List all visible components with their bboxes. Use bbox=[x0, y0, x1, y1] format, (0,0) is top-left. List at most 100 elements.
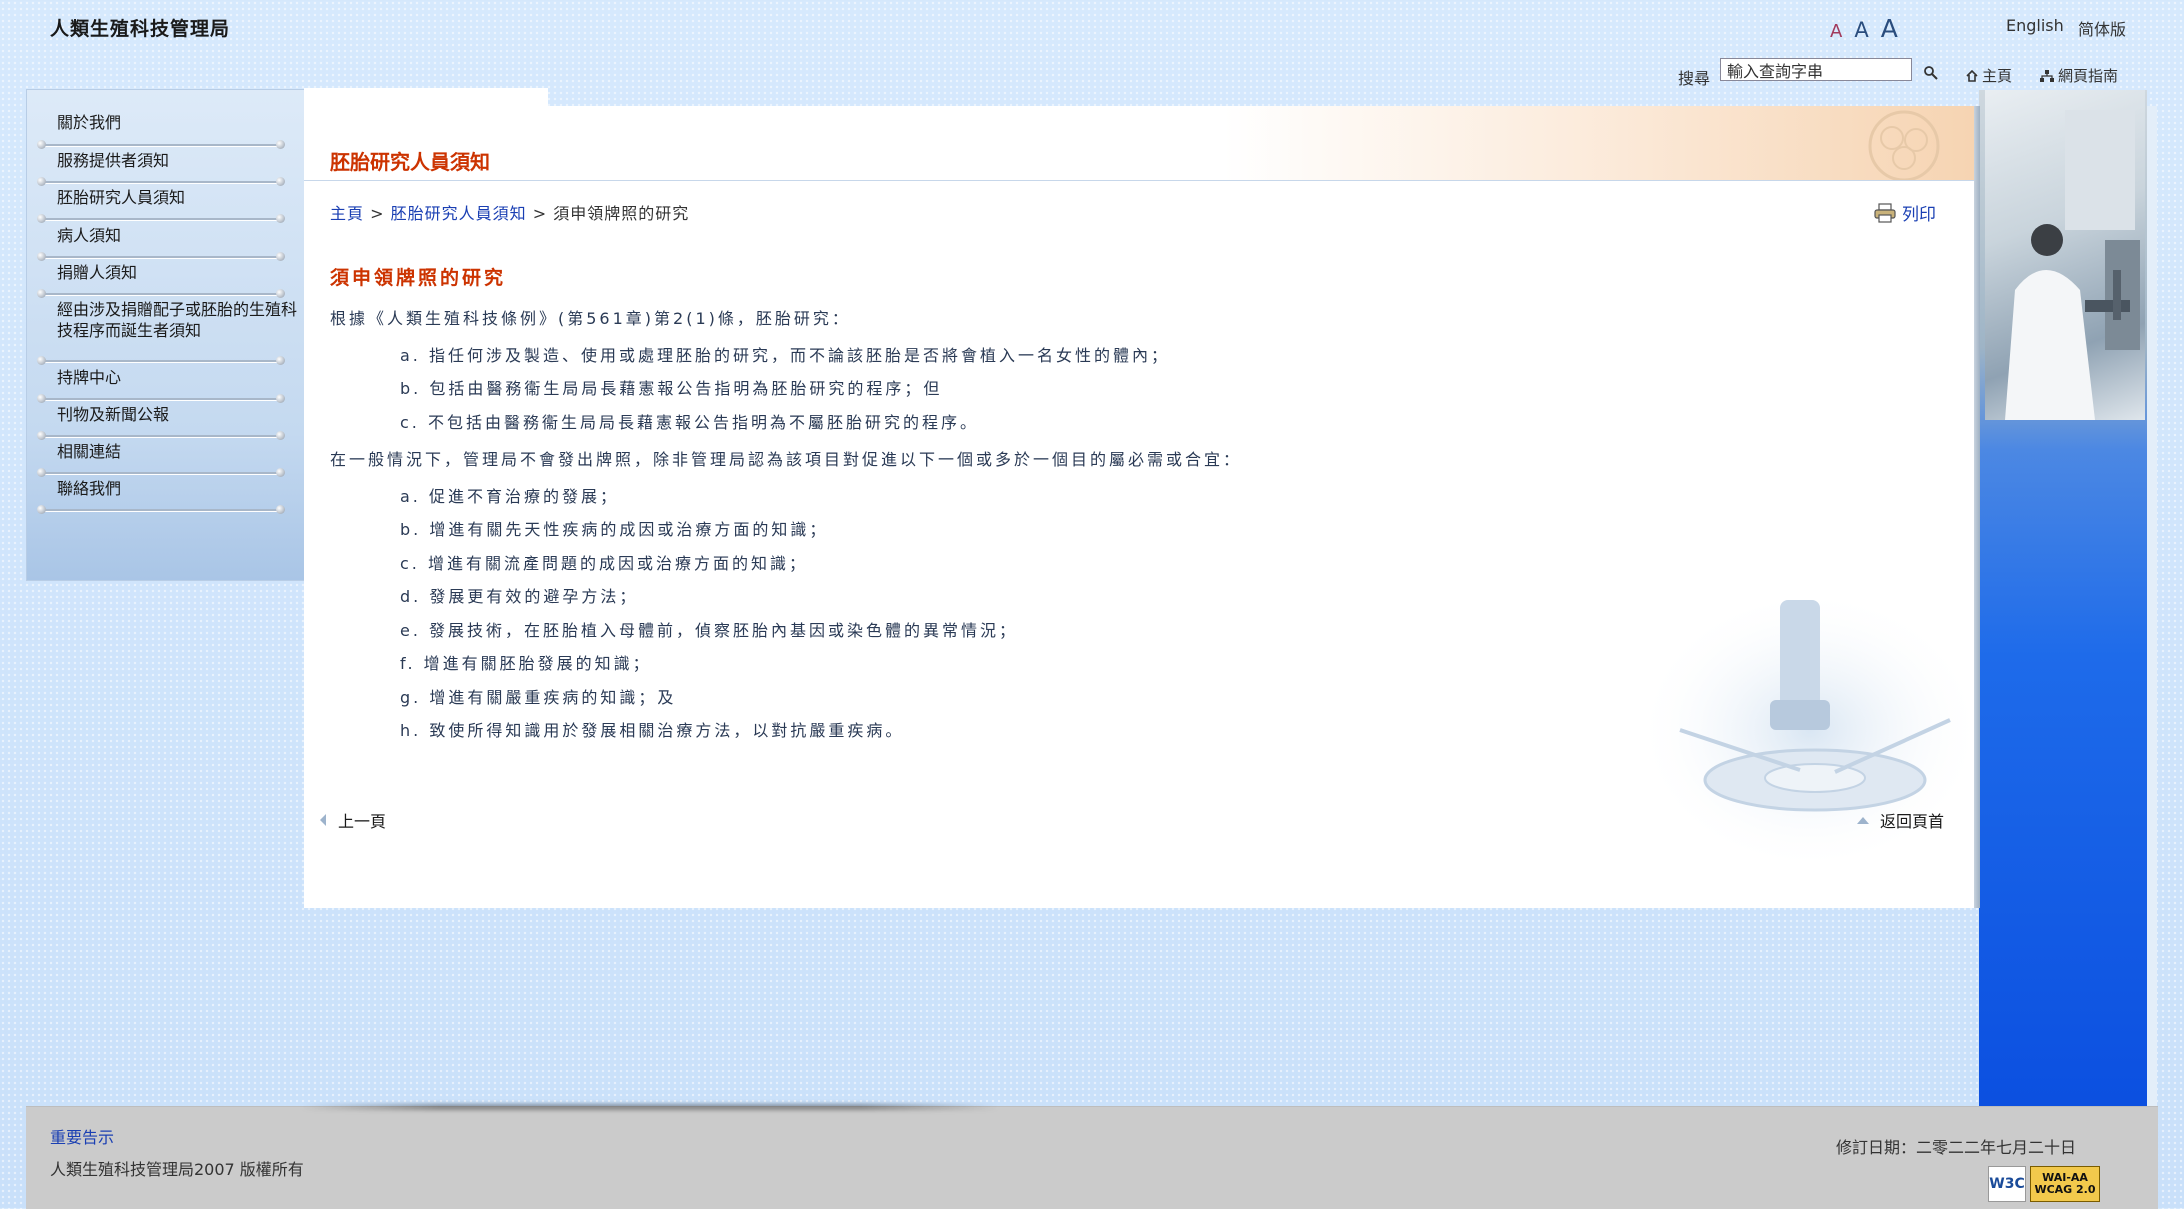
list-text: 致使所得知識用於發展相關治療方法，以對抗嚴重疾病。 bbox=[429, 721, 905, 740]
list-text: 發展更有效的避孕方法； bbox=[429, 587, 639, 606]
definition-item: b. 包括由醫務衞生局局長藉憲報公告指明為胚胎研究的程序；但 bbox=[400, 375, 942, 399]
list-marker: f. bbox=[400, 654, 416, 673]
embryo-cells-image bbox=[1868, 110, 1940, 180]
sidebar-item-licensed-centres[interactable]: 持牌中心 bbox=[57, 367, 301, 388]
important-notice-link[interactable]: 重要告示 bbox=[50, 1124, 114, 1148]
font-size-large-button[interactable]: A bbox=[1881, 14, 1898, 43]
sidebar-nav: 關於我們 服務提供者須知 胚胎研究人員須知 病人須知 捐贈人須知 經由涉及捐贈配… bbox=[26, 89, 306, 581]
breadcrumb-separator: > bbox=[532, 204, 548, 223]
purpose-item: d. 發展更有效的避孕方法； bbox=[400, 583, 638, 607]
list-text: 發展技術，在胚胎植入母體前，偵察胚胎內基因或染色體的異常情況； bbox=[429, 621, 1019, 640]
menu-divider bbox=[37, 289, 285, 298]
font-size-controls: A A A bbox=[1830, 14, 1898, 43]
list-marker: d. bbox=[400, 587, 422, 606]
list-marker: e. bbox=[400, 621, 421, 640]
definition-item: a. 指任何涉及製造、使用或處理胚胎的研究，而不論該胚胎是否將會植入一名女性的體… bbox=[400, 342, 1170, 366]
list-marker: c. bbox=[400, 413, 420, 432]
page-banner bbox=[304, 106, 1976, 181]
w3c-badge[interactable]: W3C bbox=[1988, 1166, 2026, 1202]
sidebar-item-about[interactable]: 關於我們 bbox=[57, 112, 301, 133]
menu-divider bbox=[37, 356, 285, 365]
list-marker: a. bbox=[400, 346, 421, 365]
back-to-top-label: 返回頁首 bbox=[1880, 812, 1945, 831]
purpose-item: f. 增進有關胚胎發展的知識； bbox=[400, 650, 652, 674]
sidebar-item-donor-conceived[interactable]: 經由涉及捐贈配子或胚胎的生殖科技程序而誕生者須知 bbox=[57, 299, 301, 341]
list-text: 不包括由醫務衞生局局長藉憲報公告指明為不屬胚胎研究的程序。 bbox=[427, 413, 979, 432]
purpose-item: a. 促進不育治療的發展； bbox=[400, 483, 619, 507]
sidebar-item-related-links[interactable]: 相關連結 bbox=[57, 441, 301, 462]
home-icon bbox=[1966, 69, 1978, 82]
menu-divider bbox=[37, 505, 285, 514]
list-marker: h. bbox=[400, 721, 422, 740]
arrow-up-icon bbox=[1857, 817, 1869, 824]
sidebar-item-publications[interactable]: 刊物及新聞公報 bbox=[57, 404, 301, 425]
purpose-item: g. 增進有關嚴重疾病的知識；及 bbox=[400, 684, 676, 708]
sidebar-item-contact[interactable]: 聯絡我們 bbox=[57, 478, 301, 499]
list-text: 指任何涉及製造、使用或處理胚胎的研究，而不論該胚胎是否將會植入一名女性的體內； bbox=[428, 346, 1170, 365]
wcag-badge-line2: WCAG 2.0 bbox=[2034, 1183, 2096, 1196]
breadcrumb: 主頁 > 胚胎研究人員須知 > 須申領牌照的研究 bbox=[330, 200, 689, 224]
purpose-item: h. 致使所得知識用於發展相關治療方法，以對抗嚴重疾病。 bbox=[400, 717, 904, 741]
menu-divider bbox=[37, 177, 285, 186]
menu-divider bbox=[37, 214, 285, 223]
list-text: 增進有關先天性疾病的成因或治療方面的知識； bbox=[429, 520, 829, 539]
previous-page-label: 上一頁 bbox=[338, 812, 387, 831]
purpose-item: b. 增進有關先天性疾病的成因或治療方面的知識； bbox=[400, 516, 828, 540]
revision-date: 修訂日期：二零二二年七月二十日 bbox=[1836, 1138, 2077, 1157]
sidebar-item-patients[interactable]: 病人須知 bbox=[57, 225, 301, 246]
search-icon bbox=[1924, 66, 1938, 80]
purpose-item: c. 增進有關流產問題的成因或治療方面的知識； bbox=[400, 550, 808, 574]
sidebar-item-service-providers[interactable]: 服務提供者須知 bbox=[57, 150, 301, 171]
site-title: 人類生殖科技管理局 bbox=[50, 18, 231, 40]
sidebar-item-embryo-researchers[interactable]: 胚胎研究人員須知 bbox=[57, 187, 301, 208]
list-marker: c. bbox=[400, 554, 420, 573]
lab-researcher-image bbox=[1985, 90, 2145, 420]
side-photo-border bbox=[2147, 106, 2157, 1118]
home-link-label: 主頁 bbox=[1982, 67, 2013, 85]
page-title: 胚胎研究人員須知 bbox=[330, 150, 490, 174]
home-link[interactable]: 主頁 bbox=[1966, 65, 2012, 86]
intro-paragraph: 根據《人類生殖科技條例》(第561章)第2(1)條，胚胎研究： bbox=[330, 309, 851, 328]
breadcrumb-home-link[interactable]: 主頁 bbox=[330, 204, 364, 223]
font-size-medium-button[interactable]: A bbox=[1854, 18, 1868, 42]
lang-english-link[interactable]: English bbox=[2006, 16, 2064, 35]
sitemap-link-label: 網頁指南 bbox=[2058, 67, 2119, 85]
list-text: 促進不育治療的發展； bbox=[428, 487, 619, 506]
arrow-left-icon bbox=[320, 814, 326, 826]
list-text: 增進有關胚胎發展的知識； bbox=[423, 654, 652, 673]
purpose-item: e. 發展技術，在胚胎植入母體前，偵察胚胎內基因或染色體的異常情況； bbox=[400, 617, 1018, 641]
definition-item: c. 不包括由醫務衞生局局長藉憲報公告指明為不屬胚胎研究的程序。 bbox=[400, 409, 979, 433]
search-label: 搜尋 bbox=[1678, 69, 1711, 88]
list-marker: g. bbox=[400, 688, 422, 707]
section-title: 須申領牌照的研究 bbox=[330, 267, 507, 289]
menu-divider bbox=[37, 140, 285, 149]
list-marker: b. bbox=[400, 520, 422, 539]
list-text: 增進有關流產問題的成因或治療方面的知識； bbox=[427, 554, 808, 573]
sitemap-icon bbox=[2040, 69, 2054, 82]
content-edge-shadow bbox=[1974, 106, 1980, 908]
menu-divider bbox=[37, 252, 285, 261]
sitemap-link[interactable]: 網頁指南 bbox=[2040, 65, 2118, 86]
back-to-top-link[interactable]: 返回頁首 bbox=[1856, 808, 1944, 832]
previous-page-link[interactable]: 上一頁 bbox=[318, 808, 386, 832]
search-input[interactable] bbox=[1720, 58, 1912, 81]
wcag-aa-badge[interactable]: WAI-AA WCAG 2.0 bbox=[2030, 1166, 2100, 1202]
list-marker: b. bbox=[400, 379, 422, 398]
menu-divider bbox=[37, 468, 285, 477]
print-label: 列印 bbox=[1902, 205, 1936, 225]
menu-divider bbox=[37, 394, 285, 403]
printer-icon bbox=[1874, 202, 1896, 223]
list-text: 包括由醫務衞生局局長藉憲報公告指明為胚胎研究的程序；但 bbox=[429, 379, 943, 398]
lang-simplified-link[interactable]: 简体版 bbox=[2078, 16, 2126, 40]
sidebar-item-donors[interactable]: 捐贈人須知 bbox=[57, 262, 301, 283]
list-marker: a. bbox=[400, 487, 421, 506]
breadcrumb-section-link[interactable]: 胚胎研究人員須知 bbox=[391, 204, 527, 223]
content-tab bbox=[304, 88, 548, 108]
print-button[interactable]: 列印 bbox=[1874, 200, 1936, 225]
search-button[interactable] bbox=[1922, 64, 1940, 82]
font-size-small-button[interactable]: A bbox=[1830, 21, 1842, 42]
accessibility-badges: W3C WAI-AA WCAG 2.0 bbox=[1988, 1166, 2100, 1202]
footer-shadow bbox=[300, 1104, 1000, 1110]
list-text: 增進有關嚴重疾病的知識；及 bbox=[429, 688, 677, 707]
copyright-text: 人類生殖科技管理局2007 版權所有 bbox=[50, 1160, 304, 1179]
